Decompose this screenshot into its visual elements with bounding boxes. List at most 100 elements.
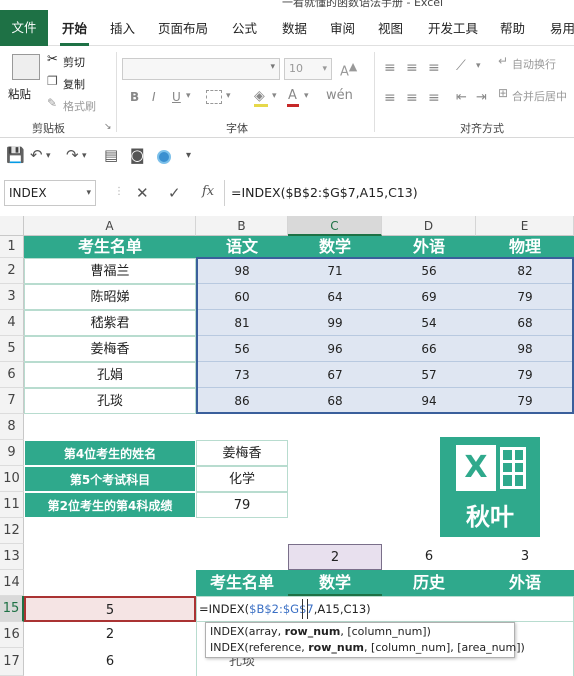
chevron-down-icon[interactable]: ▾ bbox=[226, 91, 231, 101]
cell-b15-editing[interactable]: =INDEX($B$2:$G$7,A15,C13) bbox=[196, 596, 574, 622]
tab-file[interactable]: 文件 bbox=[0, 10, 48, 46]
tab-easyuse[interactable]: 易用 bbox=[550, 18, 574, 37]
row-header-3[interactable]: 3 bbox=[0, 284, 24, 310]
orientation-icon[interactable]: ⟋ bbox=[456, 58, 466, 74]
question-label-1[interactable]: 第4位考生的姓名 bbox=[24, 440, 196, 466]
tab-insert[interactable]: 插入 bbox=[110, 18, 135, 37]
font-size-select[interactable]: 10 ▾ bbox=[284, 58, 332, 80]
select-all-corner[interactable] bbox=[0, 216, 24, 236]
cell-a15[interactable]: 5 bbox=[24, 596, 196, 622]
copy-icon[interactable]: ❐ bbox=[47, 74, 58, 88]
format-painter-button[interactable]: 格式刷 bbox=[63, 98, 96, 114]
phonetic-icon[interactable]: wén bbox=[326, 88, 353, 103]
tooltip-signature-1[interactable]: INDEX(array, row_num, [column_num]) bbox=[210, 624, 510, 640]
insert-function-icon[interactable]: fx bbox=[202, 184, 214, 199]
tab-view[interactable]: 视图 bbox=[378, 18, 403, 37]
scissors-icon[interactable]: ✂ bbox=[47, 52, 58, 67]
fill-color-icon[interactable]: ◈ bbox=[254, 88, 265, 104]
row-header-9[interactable]: 9 bbox=[0, 440, 24, 466]
border-icon[interactable] bbox=[206, 90, 222, 104]
question-label-2[interactable]: 第5个考试科目 bbox=[24, 466, 196, 492]
row-header-5[interactable]: 5 bbox=[0, 336, 24, 362]
row-header-10[interactable]: 10 bbox=[0, 466, 24, 492]
table1-header-english[interactable]: 外语 bbox=[382, 236, 476, 258]
tab-page-layout[interactable]: 页面布局 bbox=[158, 18, 208, 37]
chevron-down-icon[interactable]: ▾ bbox=[272, 91, 277, 101]
name-box[interactable]: INDEX ▾ bbox=[4, 180, 96, 206]
paste-button[interactable]: 粘贴 bbox=[8, 86, 31, 102]
paste-icon[interactable] bbox=[12, 54, 40, 80]
row-header-11[interactable]: 11 bbox=[0, 492, 24, 518]
table2-header-english[interactable]: 外语 bbox=[476, 570, 574, 596]
align-bottom-icon[interactable]: ≡ bbox=[428, 60, 440, 76]
increase-indent-icon[interactable]: ⇥ bbox=[476, 90, 487, 105]
chevron-down-icon[interactable]: ▾ bbox=[46, 151, 51, 161]
underline-button[interactable]: U bbox=[172, 90, 181, 104]
table2-header-history[interactable]: 历史 bbox=[382, 570, 476, 596]
format-painter-icon[interactable]: ✎ bbox=[47, 96, 57, 110]
align-right-icon[interactable]: ≡ bbox=[428, 90, 440, 106]
row-header-1[interactable]: 1 bbox=[0, 236, 24, 258]
column-header-a[interactable]: A bbox=[24, 216, 196, 236]
row-header-13[interactable]: 13 bbox=[0, 544, 24, 570]
table1-header-name[interactable]: 考生名单 bbox=[24, 236, 196, 258]
row-header-6[interactable]: 6 bbox=[0, 362, 24, 388]
wrap-text-button[interactable]: 自动换行 bbox=[512, 56, 556, 72]
merge-icon[interactable]: ⊞ bbox=[498, 86, 508, 100]
record-icon[interactable] bbox=[157, 150, 171, 164]
italic-button[interactable]: I bbox=[152, 90, 156, 104]
table1-cell-name[interactable]: 孔娟 bbox=[24, 362, 196, 388]
tooltip-signature-2[interactable]: INDEX(reference, row_num, [column_num], … bbox=[210, 640, 525, 656]
cell-a16[interactable]: 2 bbox=[24, 622, 196, 648]
cell-c13[interactable]: 2 bbox=[288, 544, 382, 570]
row-header-16[interactable]: 16 bbox=[0, 622, 24, 648]
cut-button[interactable]: 剪切 bbox=[63, 54, 85, 70]
table2-header-name[interactable]: 考生名单 bbox=[196, 570, 288, 596]
tab-data[interactable]: 数据 bbox=[282, 18, 307, 37]
camera-icon[interactable]: ◙ bbox=[130, 146, 145, 164]
align-center-icon[interactable]: ≡ bbox=[406, 90, 418, 106]
undo-icon[interactable]: ↶ bbox=[30, 146, 43, 164]
cancel-icon[interactable]: ✕ bbox=[136, 184, 149, 202]
question-label-3[interactable]: 第2位考生的第4科成绩 bbox=[24, 492, 196, 518]
row-header-12[interactable]: 12 bbox=[0, 518, 24, 544]
row-header-17[interactable]: 17 bbox=[0, 648, 24, 676]
enter-icon[interactable]: ✓ bbox=[168, 184, 181, 202]
tab-formulas[interactable]: 公式 bbox=[232, 18, 257, 37]
cell-d13[interactable]: 6 bbox=[382, 544, 476, 570]
column-header-d[interactable]: D bbox=[382, 216, 476, 236]
table1-cell-name[interactable]: 嵇紫君 bbox=[24, 310, 196, 336]
column-header-c[interactable]: C bbox=[288, 216, 382, 236]
wrap-text-icon[interactable]: ↵ bbox=[498, 54, 508, 68]
chevron-down-icon[interactable]: ▾ bbox=[304, 91, 309, 101]
align-middle-icon[interactable]: ≡ bbox=[406, 60, 418, 76]
cell-a17[interactable]: 6 bbox=[24, 648, 196, 676]
redo-icon[interactable]: ↷ bbox=[66, 146, 79, 164]
row-header-7[interactable]: 7 bbox=[0, 388, 24, 414]
dialog-launcher-icon[interactable]: ↘ bbox=[104, 122, 112, 132]
row-header-15[interactable]: 15 bbox=[0, 596, 24, 622]
column-header-e[interactable]: E bbox=[476, 216, 574, 236]
customize-qat-icon[interactable]: ▾ bbox=[186, 150, 191, 161]
table1-header-math[interactable]: 数学 bbox=[288, 236, 382, 258]
tab-home[interactable]: 开始 bbox=[59, 18, 90, 46]
bold-button[interactable]: B bbox=[130, 90, 139, 104]
row-header-4[interactable]: 4 bbox=[0, 310, 24, 336]
column-header-b[interactable]: B bbox=[196, 216, 288, 236]
question-value-1[interactable]: 姜梅香 bbox=[196, 440, 288, 466]
tab-help[interactable]: 帮助 bbox=[500, 18, 525, 37]
save-icon[interactable]: 💾 bbox=[6, 146, 25, 164]
form-icon[interactable]: ▤ bbox=[104, 146, 118, 164]
grow-font-icon[interactable]: A▲ bbox=[340, 60, 357, 79]
chevron-down-icon[interactable]: ▾ bbox=[476, 61, 481, 71]
tab-review[interactable]: 审阅 bbox=[330, 18, 355, 37]
cell-e13[interactable]: 3 bbox=[476, 544, 574, 570]
chevron-down-icon[interactable]: ▾ bbox=[186, 91, 191, 101]
table2-header-math[interactable]: 数学 bbox=[288, 570, 382, 596]
row-header-8[interactable]: 8 bbox=[0, 414, 24, 440]
table1-cell-name[interactable]: 孔琰 bbox=[24, 388, 196, 414]
font-color-icon[interactable]: A bbox=[288, 88, 297, 103]
merge-center-button[interactable]: 合并后居中 bbox=[512, 88, 567, 104]
table1-cell-name[interactable]: 曹福兰 bbox=[24, 258, 196, 284]
tab-developer[interactable]: 开发工具 bbox=[428, 18, 478, 37]
